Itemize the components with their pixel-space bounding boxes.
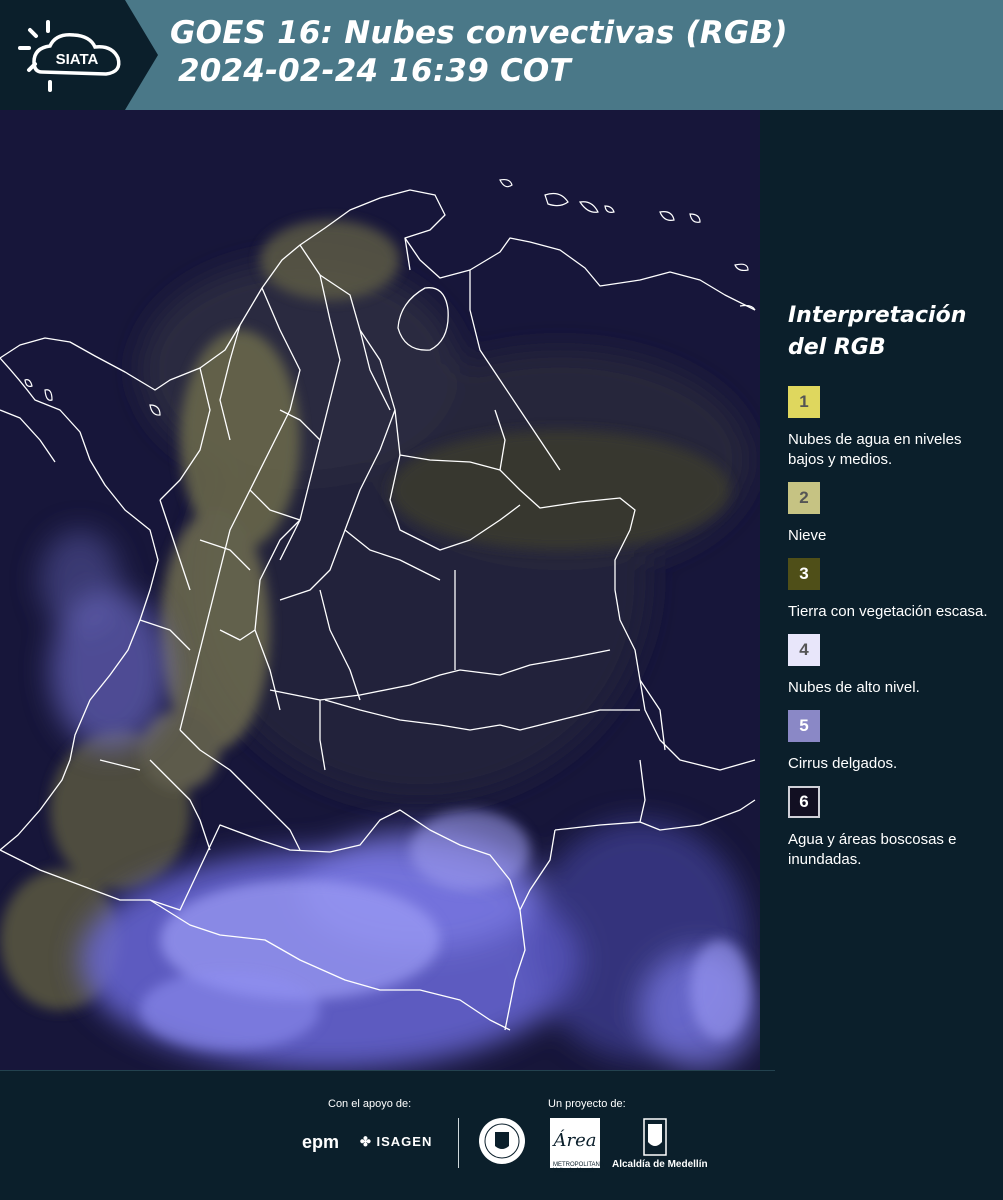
epm-logo: epm [302,1132,340,1152]
legend-label-5: Cirrus delgados. [788,755,898,772]
legend-label-2: Nieve [788,527,827,544]
footer-vertical-divider [458,1118,459,1168]
legend-swatch-1: 1 [788,386,820,418]
title-line-2: 2024-02-24 16:39 COT [178,53,571,89]
medellin-seal-icon [479,1118,525,1164]
legend-item-1: 1 Nubes de agua en niveles bajos y medios… [788,386,988,470]
footer-divider-line [0,1070,775,1071]
legend-item-2: 2 Nieve [788,482,988,546]
support-label: Con el apoyo de: [328,1098,412,1110]
legend-label-6: Agua y áreas boscosas e inundadas. [788,831,957,868]
legend-swatch-3: 3 [788,558,820,590]
legend-swatch-5: 5 [788,710,820,742]
legend-item-6: 6 Agua y áreas boscosas e inundadas. [788,786,988,870]
legend: Interpretación del RGB 1 Nubes de agua en… [788,300,988,882]
legend-swatch-6: 6 [788,786,820,818]
alcaldia-shield-icon [643,1118,667,1156]
legend-label-3: Tierra con vegetación escasa. [788,603,988,620]
svg-text:Área: Área [552,1128,597,1151]
logo-text: SIATA [56,51,99,68]
area-metropolitana-logo: Área [550,1118,600,1168]
isagen-logo: ✤ ISAGEN [360,1134,433,1149]
title-line-1: GOES 16: Nubes convectivas (RGB) [170,15,788,51]
legend-label-4: Nubes de alto nivel. [788,679,920,696]
legend-title: Interpretación del RGB [788,303,967,360]
legend-label-1: Nubes de agua en niveles bajos y medios. [788,431,962,468]
header-bar: SIATA GOES 16: Nubes convectivas (RGB) 2… [0,0,1003,110]
footer: Con el apoyo de: Un proyecto de: epm ✤ I… [0,1070,1003,1200]
legend-item-5: 5 Cirrus delgados. [788,710,988,774]
siata-logo: SIATA [0,0,158,110]
satellite-map [0,110,760,1070]
legend-swatch-2: 2 [788,482,820,514]
alcaldia-text: Alcaldía de Medellín [612,1159,708,1170]
legend-item-3: 3 Tierra con vegetación escasa. [788,558,988,622]
legend-swatch-4: 4 [788,634,820,666]
area-metropolitana-text: METROPOLITANA Valle de Aburrá [553,1162,604,1174]
page-title: GOES 16: Nubes convectivas (RGB) 2024-02… [170,14,788,90]
project-label: Un proyecto de: [548,1098,626,1110]
legend-item-4: 4 Nubes de alto nivel. [788,634,988,698]
